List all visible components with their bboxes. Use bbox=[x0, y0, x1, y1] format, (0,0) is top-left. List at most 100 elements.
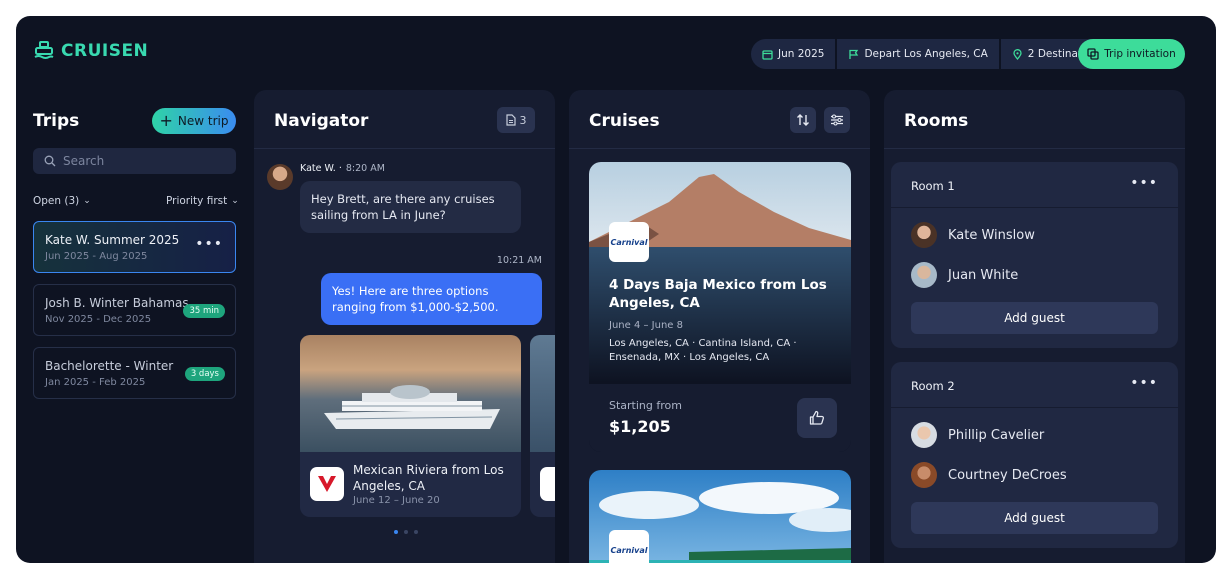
virgin-voyages-icon bbox=[318, 476, 336, 492]
trip-dates: Jun 2025 - Aug 2025 bbox=[45, 251, 148, 262]
trip-invitation-button[interactable]: Trip invitation bbox=[1078, 39, 1185, 69]
guest-name: Phillip Cavelier bbox=[948, 427, 1045, 443]
guest-name: Courtney DeCroes bbox=[948, 467, 1067, 483]
ship-icon bbox=[34, 41, 54, 59]
guest-name: Kate Winslow bbox=[948, 227, 1035, 243]
cruise-suggestion-card[interactable]: Mexican Riviera from Los Angeles, CA Jun… bbox=[300, 335, 521, 517]
add-guest-button[interactable]: Add guest bbox=[911, 302, 1158, 334]
new-trip-button[interactable]: + New trip bbox=[152, 108, 236, 134]
trip-card[interactable]: Josh B. Winter Bahamas Nov 2025 - Dec 20… bbox=[33, 284, 236, 336]
chip-departure-label: Depart Los Angeles, CA bbox=[864, 48, 988, 60]
pagination-dot[interactable] bbox=[394, 530, 398, 534]
cruises-header: Cruises bbox=[569, 90, 870, 149]
cruise-suggestion-card[interactable] bbox=[530, 335, 555, 517]
brand-name: CRUISEN bbox=[61, 41, 149, 61]
navigator-title: Navigator bbox=[274, 111, 369, 131]
guest-row[interactable]: Phillip Cavelier bbox=[911, 422, 1044, 448]
chip-departure[interactable]: Depart Los Angeles, CA bbox=[837, 39, 1001, 69]
trip-card[interactable]: Bachelorette - Winter Jan 2025 - Feb 202… bbox=[33, 347, 236, 399]
brand-logo: Carnival bbox=[609, 530, 649, 563]
document-icon bbox=[505, 114, 516, 126]
ship-image bbox=[530, 335, 555, 452]
chevron-down-icon: ⌄ bbox=[83, 196, 91, 206]
app-window: CRUISEN Jun 2025 Depart Los Angeles, CA … bbox=[16, 16, 1216, 563]
cruise-card[interactable]: Carnival bbox=[589, 470, 851, 563]
search-icon bbox=[44, 155, 56, 167]
brand-logo bbox=[540, 467, 555, 501]
cruise-route: Los Angeles, CA · Cantina Island, CA · E… bbox=[609, 338, 797, 363]
sort-dropdown[interactable]: Priority first ⌄ bbox=[166, 195, 239, 207]
plus-icon: + bbox=[159, 111, 173, 130]
cruise-title: Mexican Riviera from Los Angeles, CA bbox=[353, 463, 504, 493]
room-title: Room 2 bbox=[911, 379, 955, 393]
outgoing-message: Yes! Here are three options ranging from… bbox=[321, 273, 542, 325]
rooms-title: Rooms bbox=[904, 111, 969, 131]
brand-logo: Carnival bbox=[609, 222, 649, 262]
add-guest-button[interactable]: Add guest bbox=[911, 502, 1158, 534]
guest-row[interactable]: Juan White bbox=[911, 262, 1018, 288]
carnival-logo-text: Carnival bbox=[610, 545, 648, 555]
pin-icon bbox=[1013, 48, 1022, 60]
cruise-price-footer: Starting from $1,205 bbox=[589, 384, 851, 452]
guest-name: Juan White bbox=[948, 267, 1019, 283]
brand-logo[interactable]: CRUISEN bbox=[33, 40, 148, 62]
message-time: 10:21 AM bbox=[496, 255, 542, 266]
pagination-dot[interactable] bbox=[404, 530, 408, 534]
more-icon[interactable]: ••• bbox=[195, 236, 223, 252]
price-value: $1,205 bbox=[609, 417, 671, 436]
cruise-image: Carnival 4 Days Baja Mexico from Los Ang… bbox=[589, 162, 851, 382]
trip-invitation-label: Trip invitation bbox=[1104, 48, 1176, 60]
brand-logo bbox=[310, 467, 344, 501]
filter-button[interactable] bbox=[824, 107, 850, 133]
cruise-dates: June 12 – June 20 bbox=[353, 495, 440, 506]
carousel-pagination bbox=[394, 530, 418, 534]
more-icon[interactable]: ••• bbox=[1130, 375, 1158, 391]
avatar bbox=[911, 422, 937, 448]
message-sender: Kate W. · bbox=[300, 163, 342, 174]
time-badge: 3 days bbox=[184, 367, 225, 381]
cruises-panel: Cruises Carnival 4 Days Baja Mexico from… bbox=[569, 90, 870, 563]
ship-image bbox=[300, 335, 521, 452]
documents-button[interactable]: 3 bbox=[497, 107, 535, 133]
cruise-dates: June 4 – June 8 bbox=[609, 320, 683, 331]
avatar bbox=[267, 164, 293, 190]
guest-row[interactable]: Courtney DeCroes bbox=[911, 462, 1067, 488]
navigator-header: Navigator 3 bbox=[254, 90, 555, 149]
chevron-down-icon: ⌄ bbox=[231, 196, 239, 206]
chip-date[interactable]: Jun 2025 bbox=[751, 39, 838, 69]
cruise-title: 4 Days Baja Mexico from Los Angeles, CA bbox=[609, 277, 827, 311]
trips-title: Trips bbox=[33, 111, 80, 131]
room-card: Room 1 ••• Kate Winslow Juan White Add g… bbox=[891, 162, 1178, 348]
thumbs-up-icon bbox=[809, 410, 825, 425]
carnival-logo-text: Carnival bbox=[610, 237, 648, 247]
room-header: Room 1 ••• bbox=[891, 162, 1178, 208]
message-meta: Kate W. · 8:20 AM bbox=[300, 163, 385, 174]
status-filter-label: Open (3) bbox=[33, 195, 80, 207]
guest-row[interactable]: Kate Winslow bbox=[911, 222, 1035, 248]
new-trip-label: New trip bbox=[177, 114, 229, 128]
room-title: Room 1 bbox=[911, 179, 955, 193]
search-input[interactable]: Search bbox=[33, 148, 236, 174]
room-card: Room 2 ••• Phillip Cavelier Courtney DeC… bbox=[891, 362, 1178, 548]
avatar bbox=[911, 262, 937, 288]
room-header: Room 2 ••• bbox=[891, 362, 1178, 408]
message-time: 8:20 AM bbox=[345, 163, 385, 174]
cruise-ship-illustration bbox=[324, 385, 500, 429]
trip-filters: Jun 2025 Depart Los Angeles, CA 2 Destin… bbox=[751, 39, 1115, 69]
avatar bbox=[911, 462, 937, 488]
sliders-icon bbox=[831, 114, 843, 126]
search-placeholder: Search bbox=[63, 154, 105, 168]
sort-button[interactable] bbox=[790, 107, 816, 133]
trip-card[interactable]: Kate W. Summer 2025 Jun 2025 - Aug 2025 … bbox=[33, 221, 236, 273]
rooms-header: Rooms bbox=[884, 90, 1185, 149]
flag-icon bbox=[849, 49, 859, 59]
more-icon[interactable]: ••• bbox=[1130, 175, 1158, 191]
time-badge: 35 min bbox=[183, 304, 225, 318]
cruise-card[interactable]: Carnival 4 Days Baja Mexico from Los Ang… bbox=[589, 162, 851, 452]
sort-icon bbox=[797, 114, 809, 126]
status-filter-dropdown[interactable]: Open (3) ⌄ bbox=[33, 195, 91, 207]
documents-count: 3 bbox=[519, 113, 527, 127]
cruises-title: Cruises bbox=[589, 111, 660, 131]
like-button[interactable] bbox=[797, 398, 837, 438]
pagination-dot[interactable] bbox=[414, 530, 418, 534]
